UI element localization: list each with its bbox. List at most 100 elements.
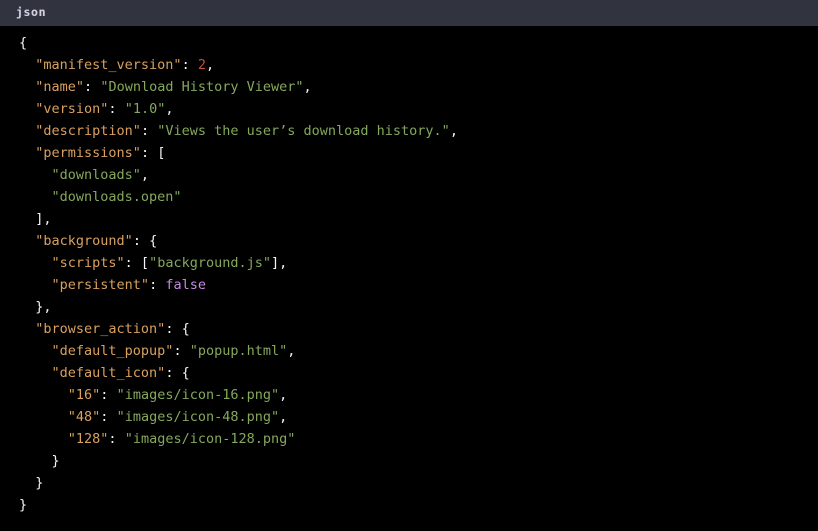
code-token-key: "browser_action" xyxy=(35,321,166,337)
code-token-key: "manifest_version" xyxy=(35,57,182,73)
code-line: "downloads.open" xyxy=(0,186,818,208)
code-block-header: json xyxy=(0,0,818,26)
code-token-punct: ], xyxy=(270,255,288,271)
code-token-punct: , xyxy=(279,409,288,425)
code-line: ], xyxy=(0,208,818,230)
code-line: "name": "Download History Viewer", xyxy=(0,76,818,98)
code-token-punct: : xyxy=(140,123,158,139)
code-line: } xyxy=(0,450,818,472)
code-token-key: "version" xyxy=(35,101,109,117)
code-line: "browser_action": { xyxy=(0,318,818,340)
code-token-punct: : xyxy=(149,277,166,293)
code-token-str: "1.0" xyxy=(124,101,166,117)
code-token-punct: : { xyxy=(132,233,158,249)
code-token-punct: , xyxy=(287,343,296,359)
code-token-punct: } xyxy=(51,453,60,469)
json-code-block: json { "manifest_version": 2, "name": "D… xyxy=(0,0,818,531)
code-line: } xyxy=(0,472,818,494)
code-line: "persistent": false xyxy=(0,274,818,296)
code-token-punct: , xyxy=(449,123,458,139)
code-token-punct: , xyxy=(205,57,215,73)
code-token-punct: , xyxy=(165,101,174,117)
code-line: "downloads", xyxy=(0,164,818,186)
code-token-str: "images/icon-128.png" xyxy=(124,431,296,447)
code-token-punct: } xyxy=(35,475,44,491)
code-token-key: "description" xyxy=(35,123,141,139)
code-token-str: "Download History Viewer" xyxy=(100,79,304,95)
code-line: "manifest_version": 2, xyxy=(0,54,818,76)
code-token-str: "popup.html" xyxy=(189,343,288,359)
code-content-area[interactable]: { "manifest_version": 2, "name": "Downlo… xyxy=(0,26,818,531)
code-token-key: "permissions" xyxy=(35,145,141,161)
code-token-punct: : xyxy=(100,387,117,403)
code-token-str: "downloads.open" xyxy=(51,189,182,205)
code-token-str: "images/icon-48.png" xyxy=(116,409,280,425)
code-token-punct: } xyxy=(19,497,28,513)
code-line: }, xyxy=(0,296,818,318)
code-token-key: "48" xyxy=(67,409,101,425)
code-token-key: "persistent" xyxy=(51,277,150,293)
code-token-punct: : xyxy=(181,57,198,73)
code-line: "permissions": [ xyxy=(0,142,818,164)
code-token-punct: : [ xyxy=(140,145,166,161)
code-token-punct: : { xyxy=(165,321,190,337)
code-line: { xyxy=(0,32,818,54)
code-token-punct: ], xyxy=(35,211,52,227)
code-token-key: "default_icon" xyxy=(51,365,166,381)
code-token-key: "16" xyxy=(67,387,101,403)
code-line: } xyxy=(0,494,818,516)
code-token-punct: }, xyxy=(35,299,52,315)
code-line: "description": "Views the user’s downloa… xyxy=(0,120,818,142)
code-token-key: "128" xyxy=(67,431,109,447)
code-line: "background": { xyxy=(0,230,818,252)
code-token-key: "name" xyxy=(35,79,85,95)
code-token-punct: : xyxy=(108,431,125,447)
code-token-str: "images/icon-16.png" xyxy=(116,387,280,403)
code-token-punct: : xyxy=(173,343,190,359)
code-token-punct: , xyxy=(279,387,288,403)
code-line: "default_popup": "popup.html", xyxy=(0,340,818,362)
code-token-key: "default_popup" xyxy=(51,343,174,359)
code-line: "128": "images/icon-128.png" xyxy=(0,428,818,450)
code-token-punct: : xyxy=(100,409,117,425)
code-line: "16": "images/icon-16.png", xyxy=(0,384,818,406)
code-token-key: "background" xyxy=(35,233,133,249)
code-line: "version": "1.0", xyxy=(0,98,818,120)
code-token-punct: : [ xyxy=(124,255,150,271)
code-token-bool: false xyxy=(165,277,206,293)
code-token-key: "scripts" xyxy=(51,255,125,271)
code-token-punct: , xyxy=(303,79,312,95)
code-token-str: "downloads" xyxy=(51,167,141,183)
code-line: "default_icon": { xyxy=(0,362,818,384)
code-token-punct: , xyxy=(140,167,150,183)
code-token-punct: : { xyxy=(165,365,190,381)
code-token-punct: : xyxy=(84,79,101,95)
code-line: "scripts": ["background.js"], xyxy=(0,252,818,274)
code-language-label: json xyxy=(16,5,47,20)
code-token-punct: { xyxy=(19,35,28,51)
code-token-punct: : xyxy=(108,101,125,117)
code-token-num: 2 xyxy=(197,57,206,73)
code-token-str: "background.js" xyxy=(149,255,271,271)
code-line: "48": "images/icon-48.png", xyxy=(0,406,818,428)
